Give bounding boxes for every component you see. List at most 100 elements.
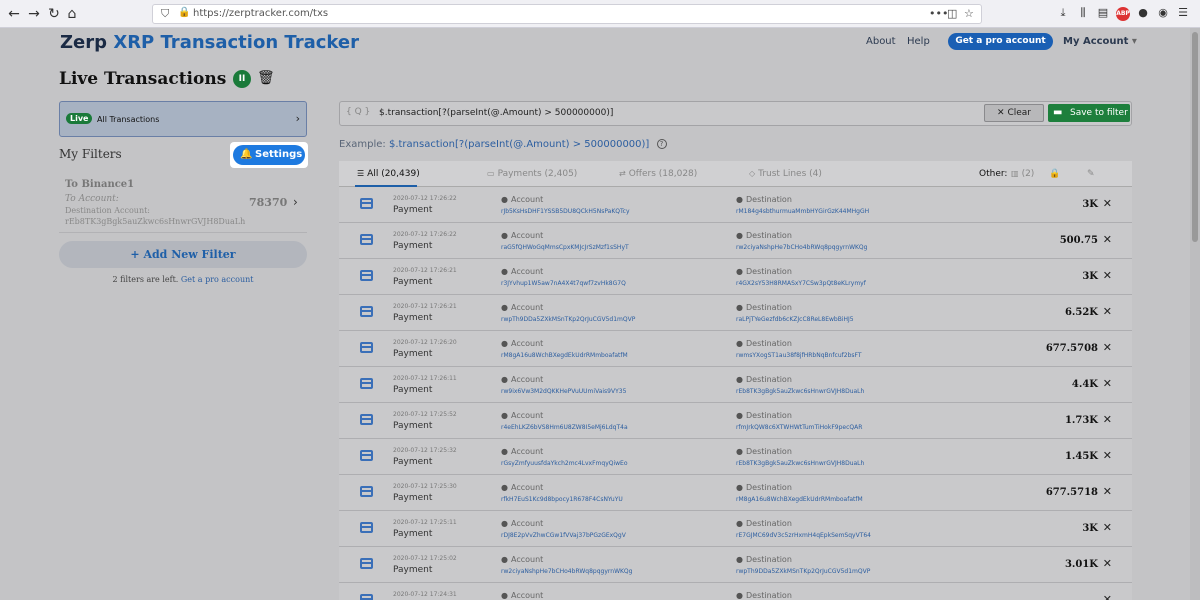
destination-address[interactable]: rM8gA16u8WchBXegdEkUdrRMmboafatfM (736, 496, 863, 503)
tabs-bar: ☰ All (20,439) ▭ Payments (2,405) ⇄ Offers … (339, 161, 1132, 187)
back-button[interactable]: ← (4, 4, 24, 24)
clear-label: Clear (1007, 108, 1031, 118)
tab-offers[interactable]: ⇄ Offers (18,028) (619, 169, 697, 179)
table-row[interactable]: 2020-07-12 17:26:20 Payment ● Account rM8gA1… (339, 331, 1132, 367)
brand-logo[interactable]: Zerp XRP Transaction Tracker (60, 32, 359, 53)
table-row[interactable]: 2020-07-12 17:25:02 Payment ● Account rw2ciy… (339, 547, 1132, 583)
card-icon (360, 378, 373, 389)
tab-trust-lines[interactable]: ◇ Trust Lines (4) (749, 169, 822, 179)
account-address[interactable]: r3JYvhup1W5aw7nA4X4t7qwf7zvHk8G7Q (501, 280, 626, 287)
account-address[interactable]: rwpTh9DDa5ZXkMSnTKp2QrJuCGV5d1mQVP (501, 316, 635, 323)
destination-address[interactable]: rwpTh9DDa5ZXkMSnTKp2QrJuCGV5d1mQVP (736, 568, 870, 575)
get-pro-link[interactable]: Get a pro account (181, 275, 254, 284)
scrollbar-thumb[interactable] (1192, 32, 1198, 242)
clear-button[interactable]: ✕ Clear (984, 104, 1044, 122)
filters-left-text: 2 filters are left. (112, 275, 179, 284)
trash-icon[interactable]: 🗑 (257, 70, 275, 86)
table-row[interactable]: 2020-07-12 17:25:30 Payment ● Account rfkH7E… (339, 475, 1132, 511)
get-pro-button[interactable]: Get a pro account (948, 33, 1053, 50)
extension-icon[interactable]: ◉ (1156, 6, 1170, 19)
save-to-filter-button[interactable]: ▬ Save to filter (1048, 104, 1130, 122)
destination-address[interactable]: rwmsYXogST1au38f8jfHRbNqBnfcuf2bsFT (736, 352, 862, 359)
filter-item[interactable]: To Binance1 To Account: Destination Acco… (59, 175, 307, 233)
page-actions-icon[interactable]: ••• (929, 7, 948, 20)
table-row[interactable]: 2020-07-12 17:26:21 Payment ● Account rwpTh9… (339, 295, 1132, 331)
home-button[interactable]: ⌂ (62, 4, 82, 24)
adblock-icon[interactable]: ABP (1116, 7, 1130, 21)
account-label-text: Account (510, 519, 544, 528)
downloads-icon[interactable]: ⤓ (1056, 6, 1070, 20)
account-address[interactable]: rw2ciyaNshpHe7bCHo4bRWq8pqgyrnWKQg (501, 568, 632, 575)
menu-icon[interactable]: ☰ (1176, 6, 1190, 19)
table-row[interactable]: 2020-07-12 17:24:31 ● Account ● Destination ✕ (339, 583, 1132, 600)
pocket-icon[interactable]: ◫ (947, 7, 957, 20)
destination-label: ● Destination (736, 339, 792, 348)
destination-label: ● Destination (736, 411, 792, 420)
reload-button[interactable]: ↻ (44, 4, 64, 24)
example-code[interactable]: $.transaction[?(parseInt(@.Amount) > 500… (389, 139, 649, 150)
destination-address[interactable]: rEb8TK3gBgk5auZkwc6sHnwrGVJH8DuaLh (736, 460, 864, 467)
bookmark-star-icon[interactable]: ☆ (964, 7, 974, 20)
table-row[interactable]: 2020-07-12 17:26:21 Payment ● Account r3JYvh… (339, 259, 1132, 295)
table-row[interactable]: 2020-07-12 17:26:11 Payment ● Account rw9ix6… (339, 367, 1132, 403)
forward-button[interactable]: → (24, 4, 44, 24)
help-icon[interactable]: ? (656, 139, 667, 149)
table-row[interactable]: 2020-07-12 17:26:22 Payment ● Account rJb5Ks… (339, 187, 1132, 223)
account-address[interactable]: raG5fQHWoGqMmsCpxKMJcJrSzMzf1sSHyT (501, 244, 629, 251)
table-row[interactable]: 2020-07-12 17:25:52 Payment ● Account r4eEhL… (339, 403, 1132, 439)
lock-icon[interactable]: 🔒 (1049, 169, 1060, 179)
account-address[interactable]: rJb5KsHsDHF1YSSB5DU8QCkH5NsPaKQTcy (501, 208, 630, 215)
tab-other[interactable]: ▥ (2) (1011, 169, 1034, 179)
add-filter-button[interactable]: + Add New Filter (59, 241, 307, 268)
account-address[interactable]: rw9ix6Vw3M2dQKKHePVuUUmiVais9VY35 (501, 388, 626, 395)
other-label: Other: (979, 169, 1008, 179)
xrp-icon: ✕ (1102, 377, 1112, 390)
settings-button[interactable]: 🔔 Settings (230, 142, 308, 168)
about-link[interactable]: About (866, 36, 896, 47)
edit-icon[interactable]: ✎ (1087, 169, 1095, 179)
settings-label: Settings (255, 149, 303, 160)
url-text[interactable]: https://zerptracker.com/txs (193, 8, 328, 19)
account-label: ● Account (501, 411, 543, 420)
table-row[interactable]: 2020-07-12 17:26:22 Payment ● Account raG5fQ… (339, 223, 1132, 259)
live-filter-card[interactable]: Live All Transactions › (59, 101, 307, 137)
lock-icon[interactable]: 🔒 (178, 7, 190, 18)
tab-all[interactable]: ☰ All (20,439) (357, 169, 420, 179)
account-address[interactable]: rM8gA16u8WchBXegdEkUdrRMmboafatfM (501, 352, 628, 359)
account-icon[interactable]: ● (1136, 6, 1150, 19)
account-address[interactable]: r4eEhLKZ6bVS8Hm6U8ZW8I5eMj6LdqT4a (501, 424, 628, 431)
sidebar-icon[interactable]: ▤ (1096, 6, 1110, 19)
query-text[interactable]: $.transaction[?(parseInt(@.Amount) > 500… (379, 108, 613, 118)
tx-type: Payment (393, 349, 433, 359)
card-icon (360, 414, 373, 425)
destination-address[interactable]: r4GX2sY53H8RMASxY7CSw3pQt8eKLrymyf (736, 280, 866, 287)
tx-type: Payment (393, 205, 433, 215)
account-address[interactable]: rfkH7EuS1Kc9d8bpocy1R678F4CsNYuYU (501, 496, 623, 503)
destination-address[interactable]: rw2ciyaNshpHe7bCHo4bRWq8pqgyrnWKQg (736, 244, 867, 251)
pause-icon[interactable]: II (233, 70, 251, 88)
page-scrollbar[interactable] (1190, 28, 1200, 600)
shield-icon[interactable]: ⛉ (161, 7, 169, 21)
tab-payments[interactable]: ▭ Payments (2,405) (487, 169, 577, 179)
destination-address[interactable]: rM184g4sbthurmuaMmbHYGirGzK44MHgGH (736, 208, 869, 215)
table-row[interactable]: 2020-07-12 17:25:32 Payment ● Account rGsyZm… (339, 439, 1132, 475)
account-label: ● Account (501, 195, 543, 204)
account-address[interactable]: rGsyZmfyuusfdaYkch2mc4LvxFmqyQiwEo (501, 460, 628, 467)
user-icon: ● (736, 267, 743, 276)
help-link[interactable]: Help (907, 36, 930, 47)
table-row[interactable]: 2020-07-12 17:25:11 Payment ● Account rDJ8E2… (339, 511, 1132, 547)
library-icon[interactable]: ⫼ (1076, 6, 1090, 20)
destination-address[interactable]: raLPjTYeGezfdb6cKZJcC8ReL8EwbBiHJ5 (736, 316, 854, 323)
user-icon: ● (736, 519, 743, 528)
address-bar[interactable]: ⛉ 🔒 https://zerptracker.com/txs ••• ◫ ☆ (152, 4, 982, 24)
my-account-menu[interactable]: My Account ▾ (1063, 36, 1137, 47)
user-icon: ● (501, 447, 508, 456)
destination-address[interactable]: rfmJrkQW8c6XTWHWtTumTiHokF9pecQAR (736, 424, 862, 431)
tx-amount: 4.4K (1071, 379, 1098, 390)
example-hint: Example: $.transaction[?(parseInt(@.Amou… (339, 139, 667, 150)
destination-label: ● Destination (736, 447, 792, 456)
destination-address[interactable]: rEb8TK3gBgk5auZkwc6sHnwrGVJH8DuaLh (736, 388, 864, 395)
destination-address[interactable]: rE7GJMC69dV3c5zrHxmH4qEpkSemSqyVT64 (736, 532, 871, 539)
account-address[interactable]: rDJ8E2pVvZhwCGw1fVVaj37bPGzGExQgV (501, 532, 626, 539)
tx-date: 2020-07-12 17:25:32 (393, 447, 457, 454)
